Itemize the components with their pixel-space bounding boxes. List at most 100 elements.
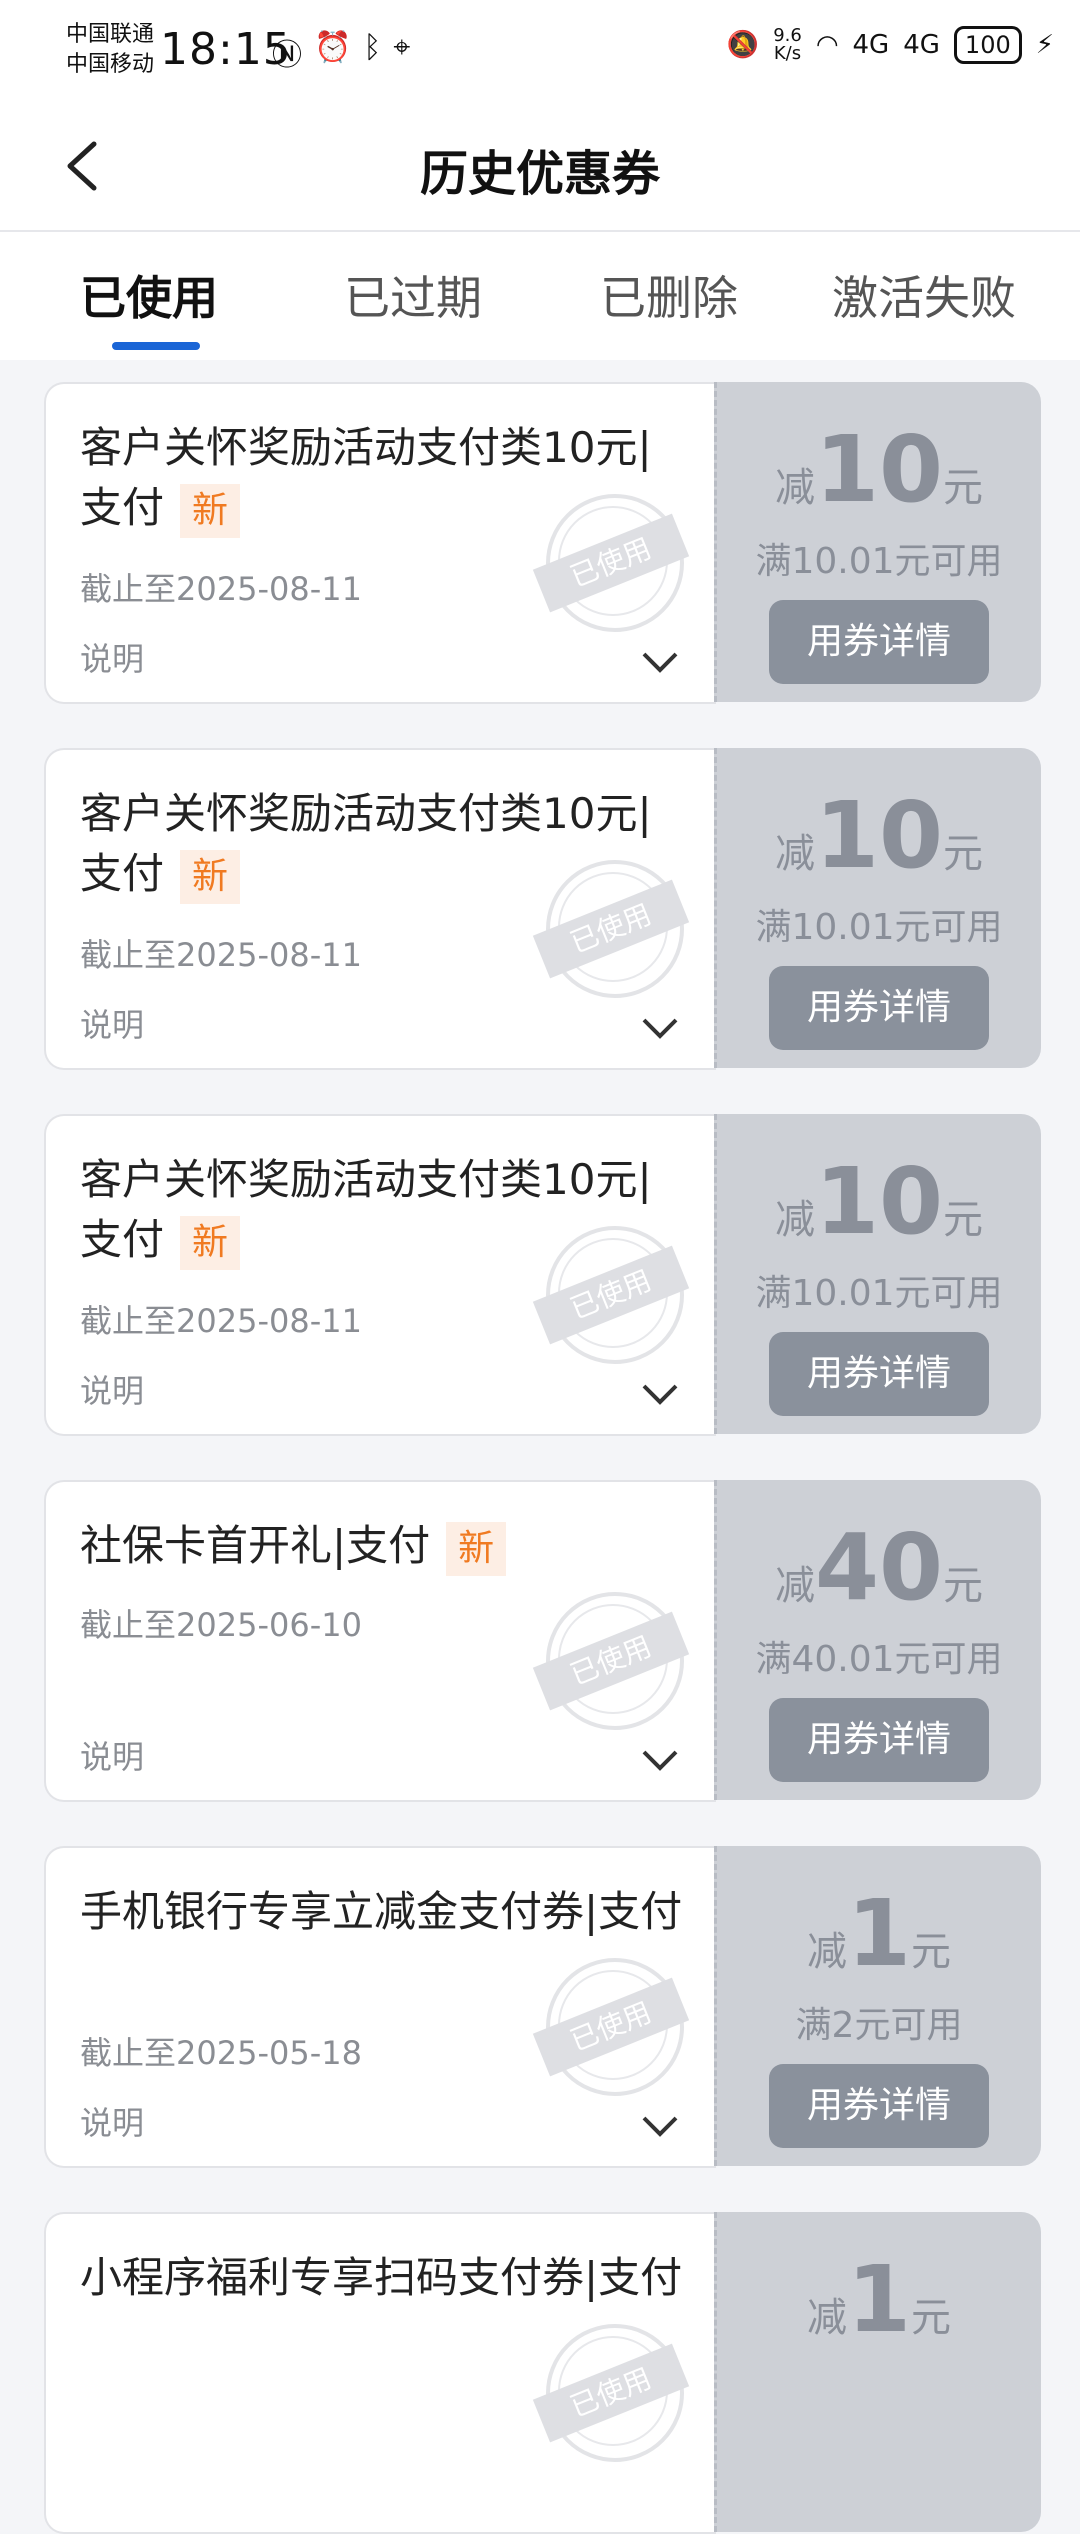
- coupon-description-label[interactable]: 说明: [80, 634, 144, 680]
- coupon-description-label[interactable]: 说明: [80, 1000, 144, 1046]
- amount-unit: 元: [911, 1929, 951, 1975]
- amount-value: 40: [814, 1514, 944, 1621]
- amount-unit: 元: [943, 1563, 984, 1609]
- signal-2: 4G: [903, 30, 940, 60]
- chevron-down-icon[interactable]: [640, 1382, 680, 1408]
- coupon-info: 小程序福利专享扫码支付券|支付 已使用: [44, 2212, 716, 2534]
- coupon-info: 手机银行专享立减金支付券|支付 截止至2025-05-18 说明 已使用: [44, 1846, 716, 2168]
- chevron-down-icon[interactable]: [640, 1016, 680, 1042]
- nfc-icon: Ⓝ: [272, 38, 302, 73]
- tab-bar: 已使用 已过期 已删除 激活失败: [0, 232, 1080, 360]
- used-stamp: 已使用: [532, 1958, 690, 2096]
- location-icon: ⌖: [393, 30, 411, 65]
- coupon-amount: 减40元: [717, 1518, 1041, 1618]
- carrier-2: 中国移动: [66, 52, 155, 77]
- coupon-condition: 满40.01元可用: [755, 1639, 1003, 1680]
- coupon-amount: 减1元: [717, 1884, 1041, 1984]
- used-stamp: 已使用: [532, 494, 690, 632]
- bluetooth-icon: ᛒ: [363, 30, 382, 65]
- coupon-card[interactable]: 手机银行专享立减金支付券|支付 截止至2025-05-18 说明 已使用 减1元…: [44, 1846, 1041, 2168]
- used-stamp: 已使用: [532, 1226, 690, 1364]
- chevron-down-icon[interactable]: [640, 1748, 680, 1774]
- coupon-description-label[interactable]: 说明: [80, 1732, 144, 1778]
- coupon-condition: 满10.01元可用: [755, 541, 1003, 582]
- carrier-info: 中国联通 中国移动: [66, 20, 154, 80]
- coupon-title-wrap: 手机银行专享立减金支付券|支付: [80, 1882, 690, 1942]
- amount-prefix: 减: [806, 1929, 847, 1975]
- page-title: 历史优惠券: [419, 146, 660, 202]
- used-stamp: 已使用: [532, 860, 690, 998]
- status-bar: 中国联通 中国移动 18:15 Ⓝ ⏰ ᛒ ⌖ 🔕 9.6 K/s ◠ 4G 4…: [0, 0, 1080, 100]
- coupon-card[interactable]: 客户关怀奖励活动支付类10元|支付新 截止至2025-08-11 说明 已使用 …: [44, 382, 1041, 704]
- charging-icon: ⚡: [1035, 30, 1054, 60]
- coupon-expiry: 截止至2025-05-18: [80, 2034, 362, 2072]
- chevron-down-icon[interactable]: [640, 650, 680, 676]
- tab-used[interactable]: 已使用: [80, 262, 218, 328]
- used-stamp: 已使用: [532, 1592, 690, 1730]
- battery-indicator: 100: [953, 26, 1022, 64]
- amount-value: 1: [846, 2246, 911, 2353]
- alarm-icon: ⏰: [314, 30, 352, 65]
- coupon-value-panel: 减10元 满10.01元可用 用券详情: [714, 748, 1041, 1068]
- new-badge: 新: [180, 849, 241, 904]
- amount-prefix: 减: [774, 465, 815, 511]
- coupon-detail-button[interactable]: 用券详情: [769, 1698, 989, 1782]
- net-speed-unit: K/s: [773, 43, 802, 64]
- amount-value: 1: [846, 1880, 911, 1987]
- header: 历史优惠券: [0, 100, 1080, 232]
- coupon-info: 客户关怀奖励活动支付类10元|支付新 截止至2025-08-11 说明 已使用: [44, 1114, 716, 1436]
- net-speed: 9.6 K/s: [773, 27, 802, 63]
- new-badge: 新: [180, 483, 241, 538]
- coupon-description-label[interactable]: 说明: [80, 1366, 144, 1412]
- coupon-title-wrap: 小程序福利专享扫码支付券|支付: [80, 2248, 690, 2308]
- amount-prefix: 减: [806, 2295, 847, 2341]
- coupon-info: 客户关怀奖励活动支付类10元|支付新 截止至2025-08-11 说明 已使用: [44, 382, 716, 704]
- amount-prefix: 减: [774, 1197, 815, 1243]
- amount-unit: 元: [943, 1197, 984, 1243]
- coupon-title: 小程序福利专享扫码支付券|支付: [80, 2253, 683, 2302]
- coupon-amount: 减1元: [717, 2250, 1041, 2350]
- amount-unit: 元: [943, 831, 984, 877]
- amount-value: 10: [814, 1148, 944, 1255]
- tab-activation-failed[interactable]: 激活失败: [832, 262, 1016, 328]
- coupon-expiry: 截止至2025-08-11: [80, 1302, 362, 1340]
- amount-unit: 元: [911, 2295, 951, 2341]
- coupon-card[interactable]: 客户关怀奖励活动支付类10元|支付新 截止至2025-08-11 说明 已使用 …: [44, 1114, 1041, 1436]
- amount-prefix: 减: [774, 1563, 815, 1609]
- coupon-condition: 满10.01元可用: [755, 907, 1003, 948]
- coupon-expiry: 截止至2025-08-11: [80, 570, 362, 608]
- coupon-card[interactable]: 小程序福利专享扫码支付券|支付 已使用 减1元: [44, 2212, 1041, 2534]
- chevron-down-icon[interactable]: [640, 2114, 680, 2140]
- coupon-info: 社保卡首开礼|支付新 截止至2025-06-10 说明 已使用: [44, 1480, 716, 1802]
- coupon-title: 手机银行专享立减金支付券|支付: [80, 1887, 683, 1936]
- wifi-icon: ◠: [815, 30, 839, 60]
- coupon-detail-button[interactable]: 用券详情: [769, 966, 989, 1050]
- coupon-value-panel: 减40元 满40.01元可用 用券详情: [714, 1480, 1041, 1800]
- active-tab-indicator: [112, 342, 200, 350]
- coupon-detail-button[interactable]: 用券详情: [769, 1332, 989, 1416]
- tab-deleted[interactable]: 已删除: [600, 262, 738, 328]
- coupon-detail-button[interactable]: 用券详情: [769, 2064, 989, 2148]
- coupon-expiry: 截止至2025-08-11: [80, 936, 362, 974]
- coupon-condition: 满10.01元可用: [755, 1273, 1003, 1314]
- amount-prefix: 减: [774, 831, 815, 877]
- coupon-expiry: 截止至2025-06-10: [80, 1606, 362, 1644]
- coupon-card[interactable]: 社保卡首开礼|支付新 截止至2025-06-10 说明 已使用 减40元 满40…: [44, 1480, 1041, 1802]
- tab-expired[interactable]: 已过期: [344, 262, 482, 328]
- amount-value: 10: [814, 416, 944, 523]
- used-stamp: 已使用: [532, 2324, 690, 2462]
- coupon-value-panel: 减1元 满2元可用 用券详情: [714, 1846, 1041, 2166]
- coupon-amount: 减10元: [717, 420, 1041, 520]
- coupon-detail-button[interactable]: 用券详情: [769, 600, 989, 684]
- coupon-description-label[interactable]: 说明: [80, 2098, 144, 2144]
- coupon-title-wrap: 社保卡首开礼|支付新: [80, 1516, 690, 1576]
- new-badge: 新: [446, 1521, 507, 1576]
- coupon-info: 客户关怀奖励活动支付类10元|支付新 截止至2025-08-11 说明 已使用: [44, 748, 716, 1070]
- coupon-condition: 满2元可用: [795, 2005, 963, 2046]
- signal-1: 4G: [852, 30, 890, 60]
- amount-value: 10: [814, 782, 944, 889]
- coupon-amount: 减10元: [717, 786, 1041, 886]
- coupon-card[interactable]: 客户关怀奖励活动支付类10元|支付新 截止至2025-08-11 说明 已使用 …: [44, 748, 1041, 1070]
- carrier-1: 中国联通: [66, 22, 155, 47]
- mute-icon: 🔕: [726, 30, 760, 60]
